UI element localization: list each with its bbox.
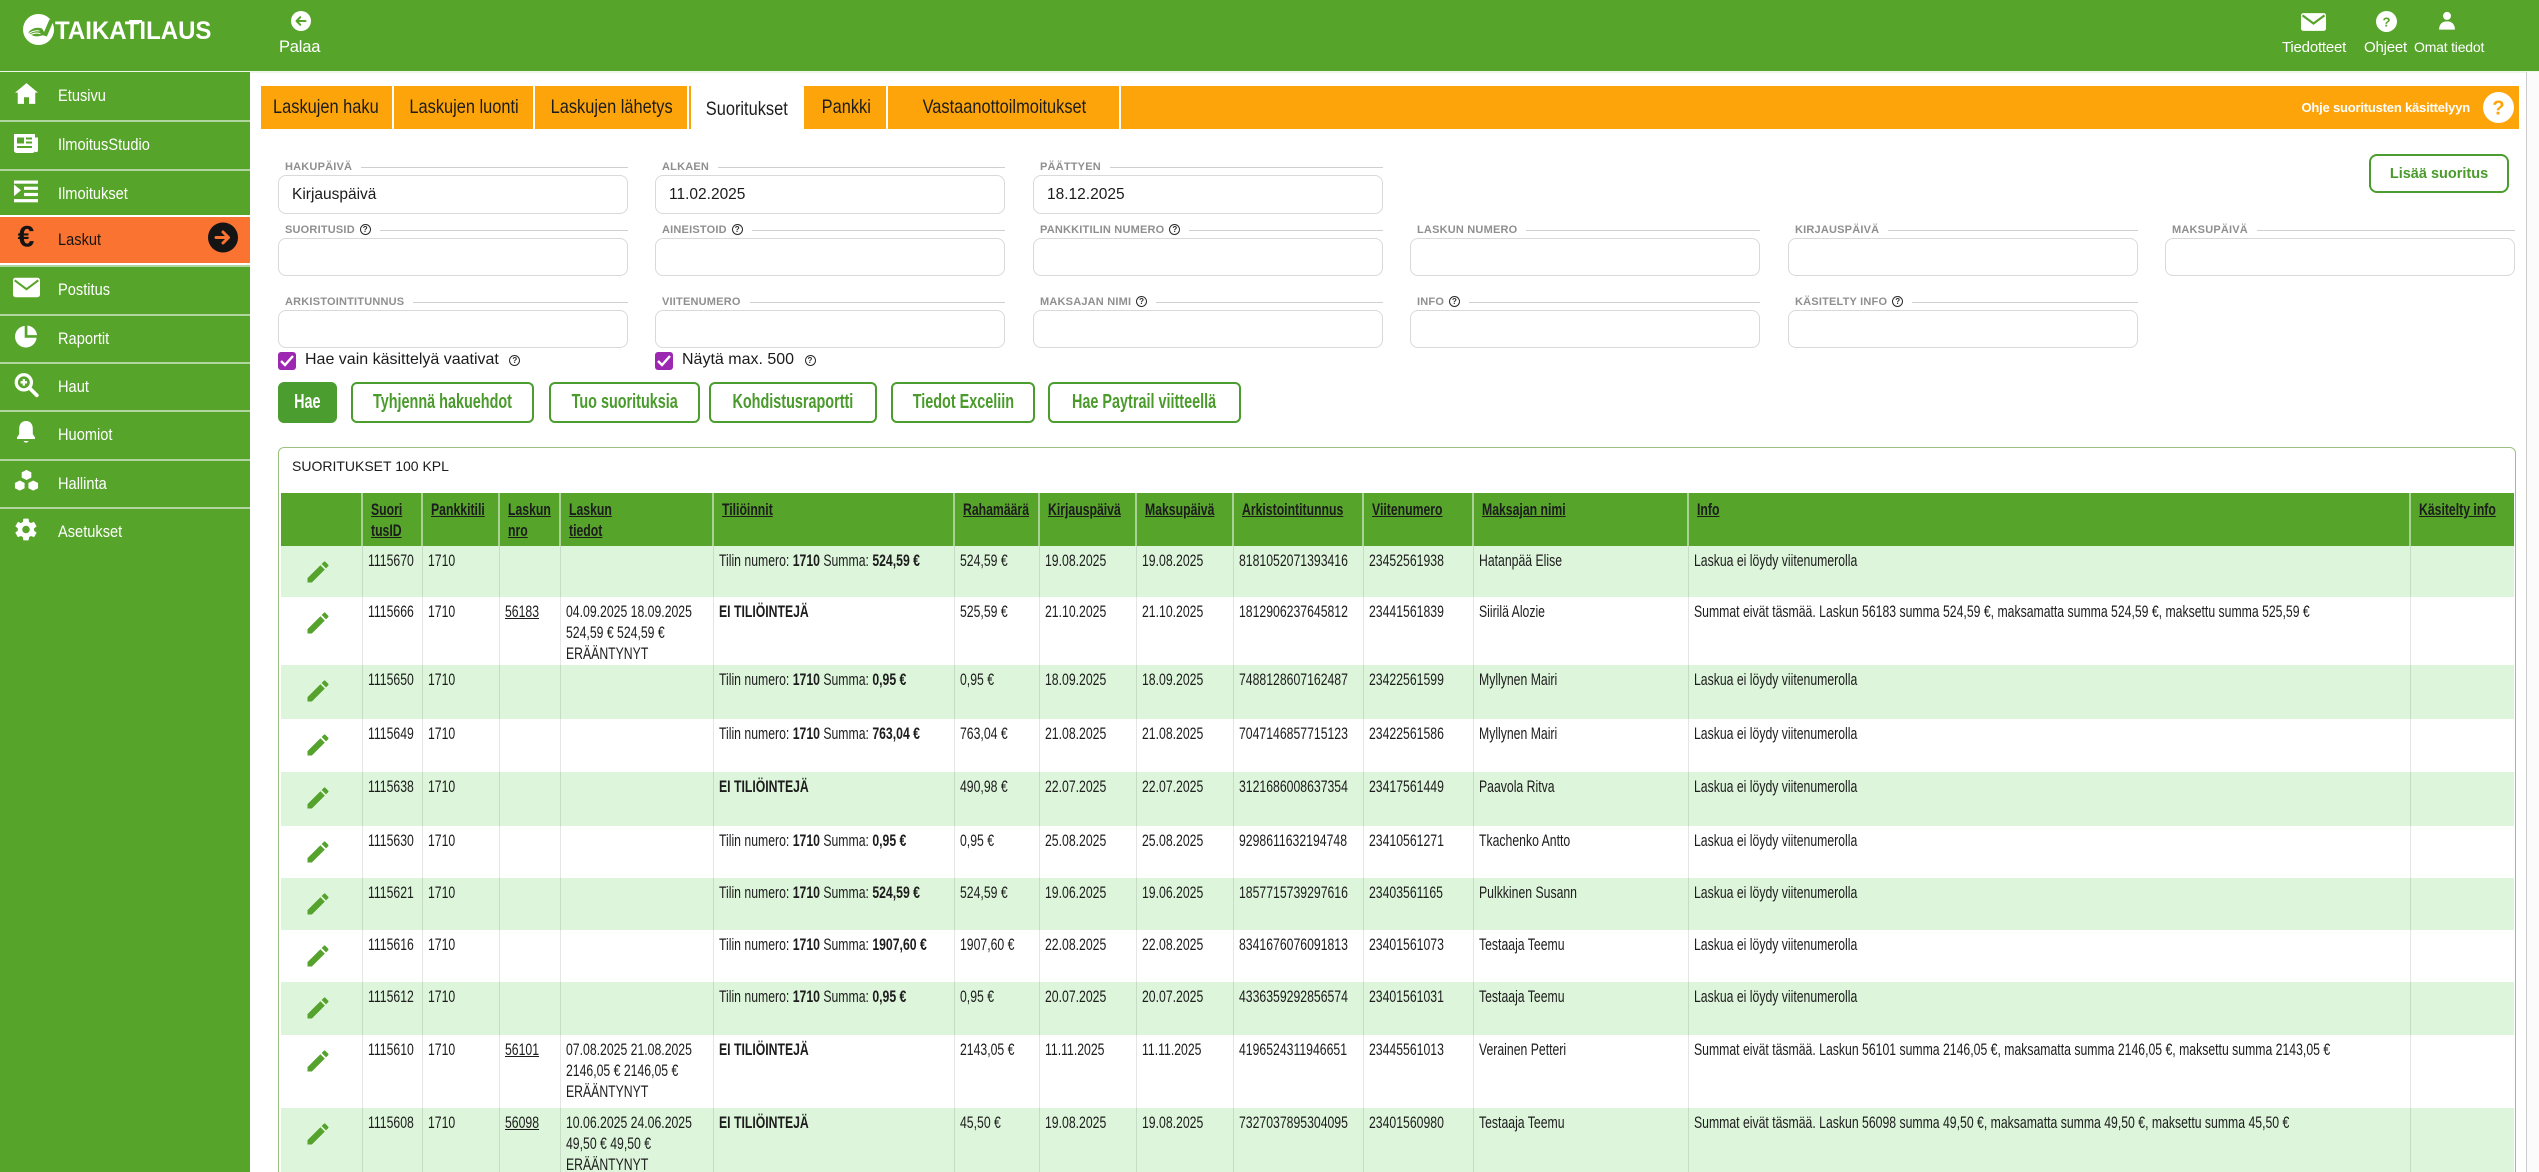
svg-text:?: ? [2492, 97, 2504, 119]
svg-text:€: € [18, 223, 35, 253]
svg-text:?: ? [2382, 14, 2390, 29]
